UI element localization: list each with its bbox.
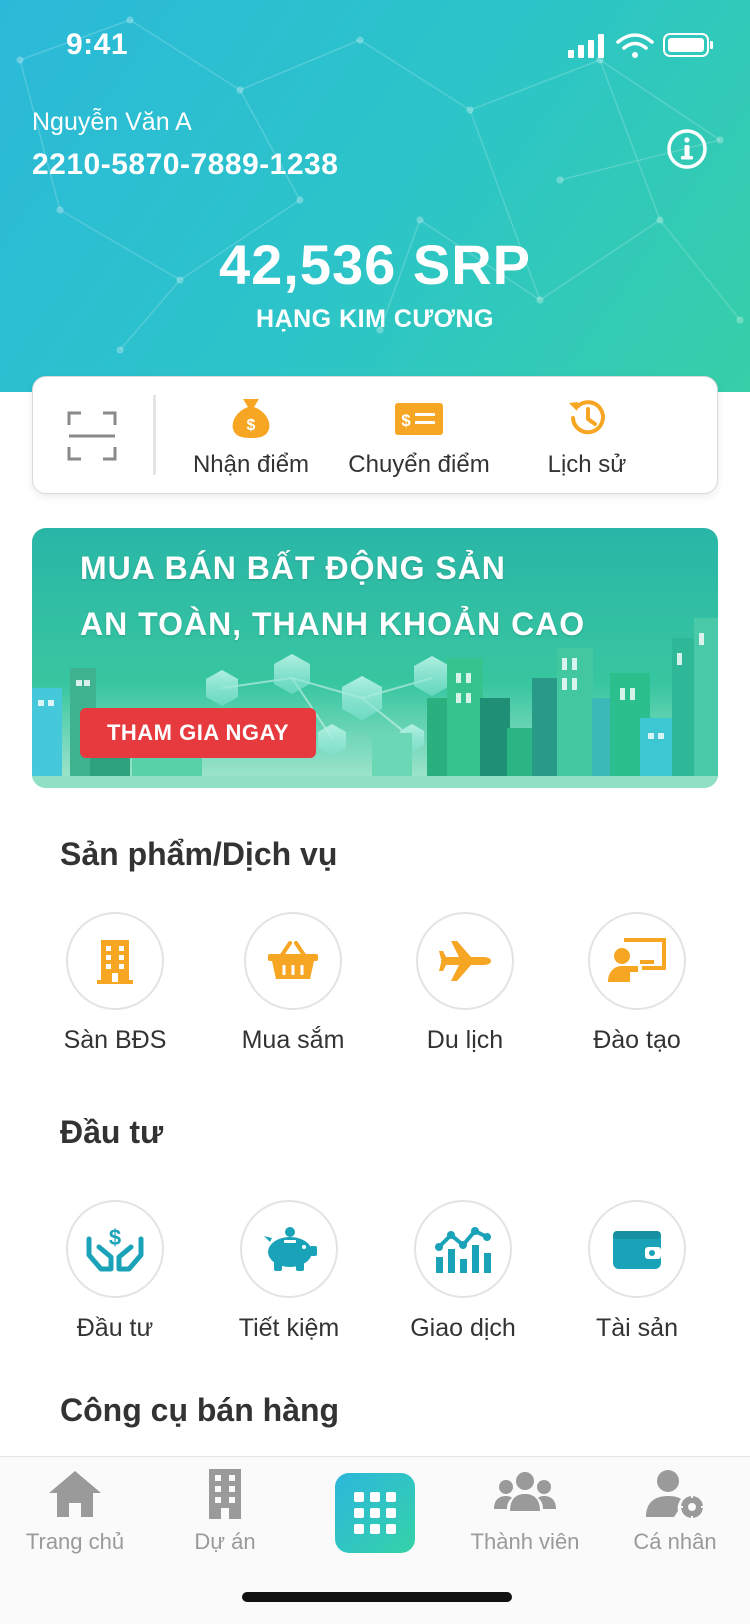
action-divider: [153, 395, 156, 475]
qr-scan-icon[interactable]: [67, 411, 117, 461]
tile-label: Đào tạo: [593, 1026, 681, 1054]
tile-real-estate[interactable]: Sàn BĐS: [50, 912, 180, 1055]
user-name: Nguyễn Văn A: [32, 108, 192, 136]
promo-banner[interactable]: MUA BÁN BẤT ĐỘNG SẢN AN TOÀN, THANH KHOẢ…: [32, 528, 718, 788]
user-settings-icon: [646, 1470, 704, 1519]
tile-circle: [414, 1200, 512, 1298]
points-balance: 42,536 SRP: [219, 233, 531, 296]
tile-circle: [416, 912, 514, 1010]
tab-members[interactable]: Thành viên: [455, 1467, 595, 1555]
tab-label: Dự án: [194, 1529, 256, 1554]
banner-headline-1: MUA BÁN BẤT ĐỘNG SẢN: [80, 550, 506, 586]
tab-label: Cá nhân: [633, 1529, 717, 1554]
svg-text:$: $: [401, 411, 411, 430]
tab-profile[interactable]: Cá nhân: [605, 1467, 745, 1555]
receive-points-label: Nhận điểm: [192, 451, 310, 478]
money-bag-icon: $: [232, 399, 270, 438]
shopping-basket-icon: [268, 941, 318, 979]
tile-label: Tiết kiệm: [238, 1314, 340, 1342]
tab-menu-grid[interactable]: [335, 1473, 415, 1553]
chart-icon: [435, 1227, 491, 1273]
building-icon: [97, 940, 133, 984]
wallet-icon: [613, 1231, 661, 1269]
tile-circle: [588, 1200, 686, 1298]
grid-icon: [354, 1492, 396, 1534]
tile-label: Giao dịch: [410, 1314, 516, 1342]
tile-circle: [66, 912, 164, 1010]
tile-circle: [244, 912, 342, 1010]
tile-circle: $: [66, 1200, 164, 1298]
tab-projects[interactable]: Dự án: [155, 1467, 295, 1555]
signal-icon: [568, 34, 604, 58]
tile-trading[interactable]: Giao dịch: [398, 1200, 528, 1343]
teacher-board-icon: [608, 938, 666, 982]
tile-invest[interactable]: $ Đầu tư: [50, 1200, 180, 1343]
tile-label: Du lịch: [426, 1026, 504, 1054]
members-icon: [494, 1472, 556, 1511]
home-icon: [49, 1471, 101, 1517]
piggy-bank-icon: [264, 1227, 317, 1271]
tile-assets[interactable]: Tài sản: [572, 1200, 702, 1343]
airplane-icon: [439, 941, 491, 981]
tile-savings[interactable]: Tiết kiệm: [224, 1200, 354, 1343]
svg-text:$: $: [247, 417, 256, 434]
products-section-title: Sản phẩm/Dịch vụ: [60, 836, 338, 872]
join-now-button[interactable]: THAM GIA NGAY: [80, 708, 316, 758]
banner-headline-2: AN TOÀN, THANH KHOẢN CAO: [80, 606, 586, 642]
card-number: 2210-5870-7889-1238: [32, 148, 339, 181]
hands-dollar-icon: $: [86, 1225, 144, 1272]
points-actions-card: $ Nhận điểm $ Chuyển điểm Lịch sử: [32, 376, 718, 494]
tab-label: Thành viên: [470, 1529, 580, 1554]
account-header: 9:41 Nguyễn Văn A 2210-5870-7889-1238 42…: [0, 0, 750, 392]
tab-home[interactable]: Trang chủ: [5, 1467, 145, 1555]
tile-label: Sàn BĐS: [63, 1026, 167, 1054]
tile-label: Mua sắm: [241, 1026, 345, 1054]
invest-section-title: Đầu tư: [60, 1114, 164, 1150]
receive-points-button[interactable]: $ Nhận điểm: [181, 397, 321, 478]
wifi-icon: [616, 33, 654, 50]
tile-circle: [240, 1200, 338, 1298]
transfer-points-button[interactable]: $ Chuyển điểm: [339, 397, 499, 478]
sales-tools-section-title: Công cụ bán hàng: [60, 1392, 340, 1428]
svg-text:$: $: [109, 1225, 121, 1250]
history-button[interactable]: Lịch sử: [517, 397, 657, 478]
home-indicator: [242, 1592, 512, 1602]
tile-training[interactable]: Đào tạo: [572, 912, 702, 1055]
transfer-points-label: Chuyển điểm: [348, 451, 490, 478]
card-transfer-icon: $: [395, 403, 443, 435]
tile-label: Đầu tư: [76, 1314, 154, 1342]
status-time: 9:41: [66, 28, 129, 61]
tile-label: Tài sản: [596, 1314, 678, 1342]
status-icons: [568, 33, 713, 58]
tile-shopping[interactable]: Mua sắm: [228, 912, 358, 1055]
history-icon: [569, 400, 605, 435]
info-icon[interactable]: [666, 128, 708, 170]
building-icon: [209, 1469, 241, 1519]
battery-icon: [663, 33, 713, 57]
member-rank: HẠNG KIM CƯƠNG: [256, 305, 494, 333]
tile-circle: [588, 912, 686, 1010]
tile-travel[interactable]: Du lịch: [400, 912, 530, 1055]
tab-label: Trang chủ: [25, 1529, 125, 1554]
history-label: Lịch sử: [547, 451, 627, 478]
